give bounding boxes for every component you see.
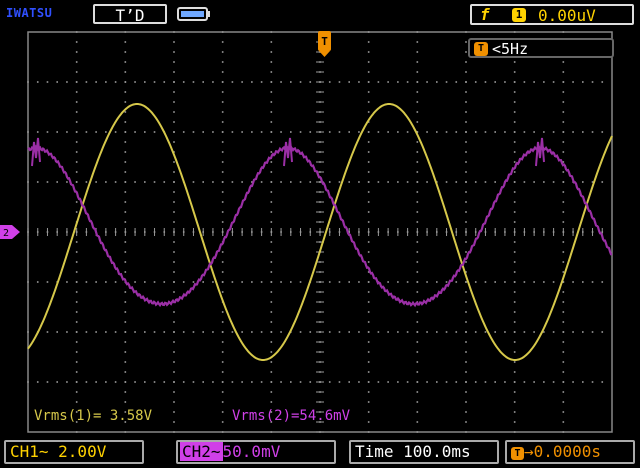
trigger-position-button[interactable]: T →0.0000s [505, 440, 635, 464]
bottom-status-bar: CH1∼ 2.00V CH2∼ 50.0mV Time 100.0ms T →0.0… [0, 438, 640, 468]
trigger-edge-icon: f [480, 5, 490, 24]
trigger-level-value: 0.00uV [538, 6, 596, 25]
brand-logo: IWATSU [6, 6, 53, 20]
trigger-icon: T [474, 42, 488, 56]
ch2-label: CH2∼ [180, 442, 223, 461]
ch1-scale-button[interactable]: CH1∼ 2.00V [4, 440, 144, 464]
ch2-scale-value: 50.0mV [222, 442, 281, 461]
trigger-position-value: →0.0000s [524, 442, 602, 461]
ch2-marker-label: 2 [3, 228, 9, 239]
timebase-button[interactable]: Time 100.0ms [349, 440, 499, 464]
measurement-vrms-ch1: Vrms(1)= 3.58V [34, 408, 153, 424]
frequency-value: <5Hz [492, 40, 529, 58]
top-status-bar: IWATSU T’D f 1 0.00uV [0, 0, 640, 28]
trigger-icon: T [511, 447, 524, 460]
trigger-settings[interactable]: f 1 0.00uV [470, 4, 634, 25]
ch2-scale-button[interactable]: CH2∼ 50.0mV [176, 440, 336, 464]
acquisition-mode-indicator[interactable]: T’D [93, 4, 167, 25]
trigger-frequency-readout: T <5Hz [468, 38, 614, 58]
battery-icon [177, 7, 210, 21]
trigger-source-badge: 1 [512, 8, 526, 22]
measurement-vrms-ch2: Vrms(2)=54.6mV [232, 408, 351, 424]
waveform-display[interactable]: T 2 [0, 30, 640, 436]
trigger-marker-label: T [321, 35, 328, 48]
